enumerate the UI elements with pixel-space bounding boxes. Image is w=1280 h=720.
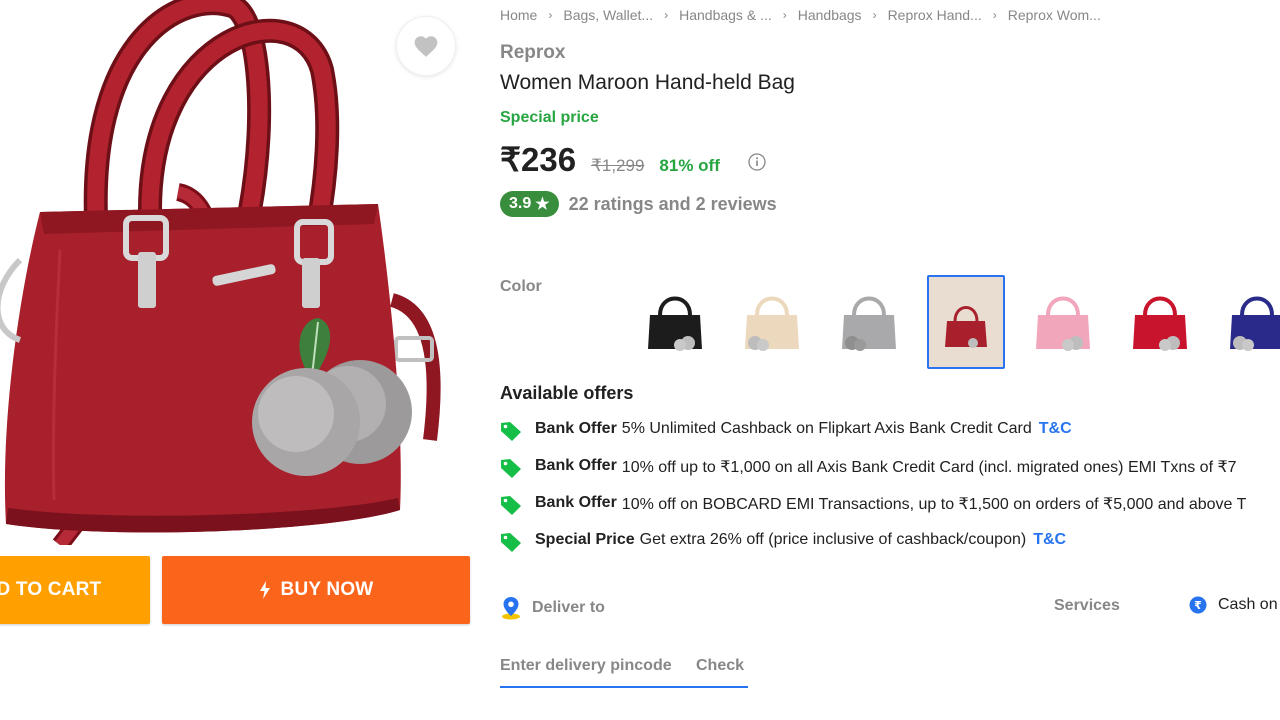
offer-text: Get extra 26% off (price inclusive of ca… [639,531,1027,548]
offers-list: Bank Offer 5% Unlimited Cashback on Flip… [500,420,1280,568]
offer-type: Bank Offer [535,420,617,437]
offer-tnc-link[interactable]: T&C [1033,531,1066,549]
offer-tag-icon [501,422,521,441]
bag-thumbnail [648,296,702,351]
color-swatch[interactable] [733,275,811,369]
pincode-input[interactable] [500,657,686,675]
deliver-to: Deliver to [500,596,605,620]
offer-item: Special Price Get extra 26% off (price i… [500,531,1280,568]
bag-thumbnail [842,296,896,351]
offer-tnc-link[interactable]: T&C [1039,420,1072,438]
add-to-cart-button[interactable]: ADD TO CART [0,556,150,624]
breadcrumb-link[interactable]: Home [500,7,537,23]
offer-tag-icon [501,496,521,515]
svg-text:₹: ₹ [1194,599,1202,612]
add-to-cart-label: ADD TO CART [0,579,102,600]
rupee-coin-icon: ₹ [1189,596,1207,614]
selling-price: ₹236 [500,141,577,178]
rating-count[interactable]: 22 ratings and 2 reviews [569,194,777,215]
chevron-right-icon: › [872,8,877,22]
location-pin-icon [502,597,520,620]
offer-tag-icon [501,459,521,478]
offer-item: Bank Offer 10% off on BOBCARD EMI Transa… [500,494,1280,531]
bag-thumbnail [745,296,799,351]
rating-value: 3.9 [509,195,532,212]
offer-text: 10% off on BOBCARD EMI Transactions, up … [621,496,1247,513]
star-icon: ★ [535,196,550,213]
product-brand[interactable]: Reprox [500,42,565,64]
services-label: Services [1054,597,1120,614]
offer-item: Bank Offer 10% off up to ₹1,000 on all A… [500,457,1280,494]
cod-service: ₹ Cash on [1189,596,1278,614]
offer-text: 10% off up to ₹1,000 on all Axis Bank Cr… [621,459,1237,476]
chevron-right-icon: › [992,8,997,22]
bag-thumbnail [1133,296,1187,351]
color-swatch[interactable] [1121,275,1199,369]
offers-heading: Available offers [500,383,634,403]
breadcrumb-link[interactable]: Handbags & ... [679,7,772,23]
offer-item: Bank Offer 5% Unlimited Cashback on Flip… [500,420,1280,457]
rating-badge[interactable]: 3.9 ★ [500,191,559,217]
check-pincode-button[interactable]: Check [696,657,744,675]
pincode-box: Check [500,646,748,688]
color-swatch[interactable] [1218,275,1280,369]
offer-text: 5% Unlimited Cashback on Flipkart Axis B… [621,420,1032,437]
offer-type: Bank Offer [535,457,617,474]
heart-icon [414,36,438,57]
color-swatch[interactable] [830,275,908,369]
bag-thumbnail [945,306,987,348]
breadcrumb: Home › Bags, Wallet... › Handbags & ... … [500,7,1101,23]
color-swatch[interactable] [636,275,714,369]
info-icon[interactable] [748,153,766,171]
color-swatch-selected[interactable] [927,275,1005,369]
offer-tag-icon [501,533,521,552]
breadcrumb-link[interactable]: Handbags [798,7,862,23]
price-row: ₹236 ₹1,299 81% off [500,140,766,179]
rating-row: 3.9 ★ 22 ratings and 2 reviews [500,191,777,217]
breadcrumb-link[interactable]: Reprox Hand... [888,7,982,23]
color-swatch[interactable] [1024,275,1102,369]
chevron-right-icon: › [664,8,669,22]
bag-thumbnail [1230,296,1280,351]
deliver-to-label: Deliver to [532,599,605,616]
offer-type: Bank Offer [535,494,617,511]
color-swatches [636,275,1280,369]
product-details: Home › Bags, Wallet... › Handbags & ... … [500,0,1280,720]
discount-percent: 81% off [659,156,720,175]
product-image-column: ADD TO CART BUY NOW [0,0,480,720]
offer-type: Special Price [535,531,635,548]
original-price: ₹1,299 [591,156,645,175]
cod-text: Cash on [1218,596,1278,613]
color-label: Color [500,278,542,295]
bag-thumbnail [1036,296,1090,351]
chevron-right-icon: › [548,8,553,22]
buy-now-label: BUY NOW [280,579,374,600]
buy-now-button[interactable]: BUY NOW [162,556,470,624]
breadcrumb-link[interactable]: Bags, Wallet... [563,7,653,23]
special-price-label: Special price [500,109,599,126]
lightning-icon [259,581,270,599]
product-title: Women Maroon Hand-held Bag [500,71,795,94]
product-image[interactable] [0,0,470,545]
breadcrumb-current[interactable]: Reprox Wom... [1008,7,1101,23]
wishlist-button[interactable] [396,16,456,76]
chevron-right-icon: › [782,8,787,22]
